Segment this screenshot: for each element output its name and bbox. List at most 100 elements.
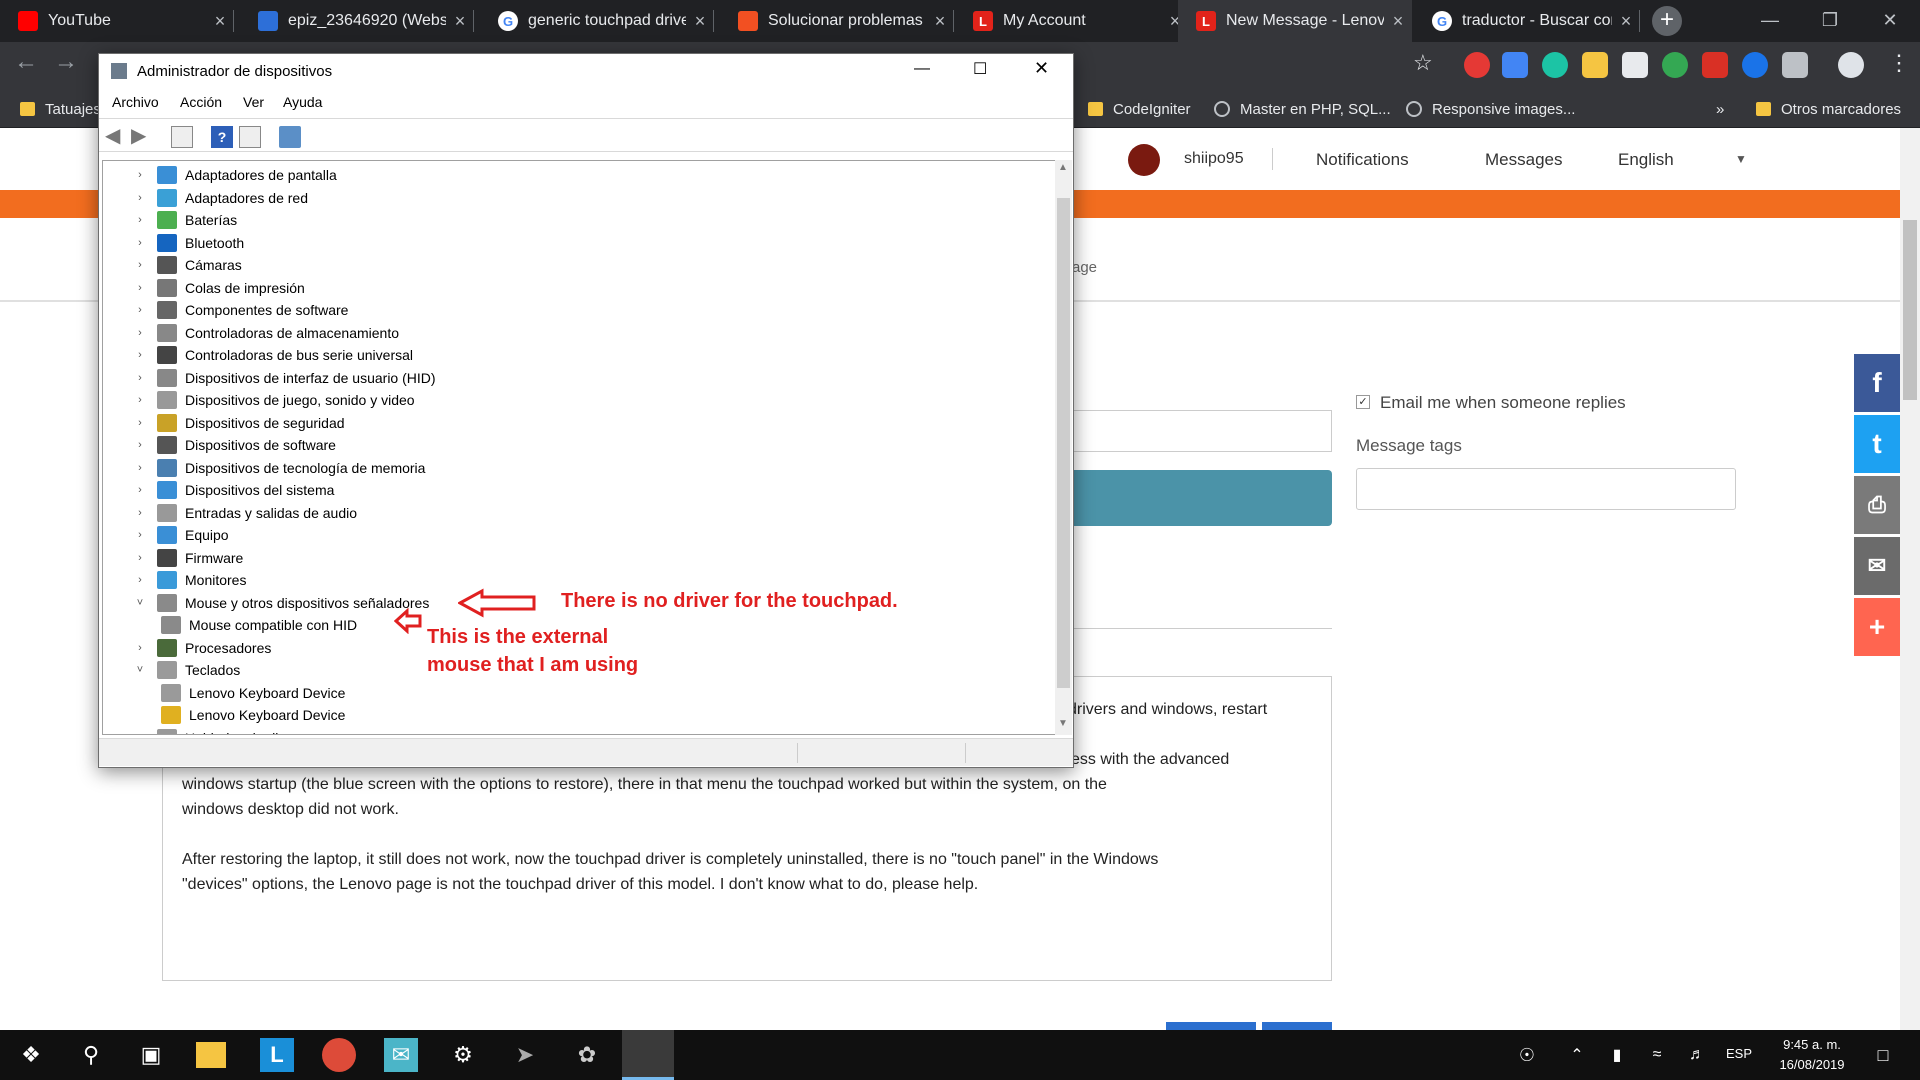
print-icon[interactable]: ⎙	[1854, 476, 1900, 534]
properties-icon[interactable]	[171, 126, 193, 148]
extension-icon[interactable]	[1742, 52, 1768, 78]
profile-avatar[interactable]	[1838, 52, 1864, 78]
language-select[interactable]: English	[1618, 150, 1674, 170]
forward-icon[interactable]: →	[54, 48, 78, 76]
device-tree-category[interactable]: ˅ Teclados	[133, 659, 240, 681]
menu-accion[interactable]: Acción	[180, 94, 222, 110]
translate-icon[interactable]	[1502, 52, 1528, 78]
chevron-right-icon[interactable]: ›	[133, 484, 147, 496]
chevron-right-icon[interactable]: ›	[133, 642, 147, 654]
tab-close-icon[interactable]: ×	[686, 11, 714, 32]
extension-icon[interactable]	[1582, 52, 1608, 78]
volume-icon[interactable]: ♬	[1680, 1038, 1714, 1072]
device-tree-category[interactable]: › Dispositivos de juego, sonido y video	[133, 389, 415, 411]
scan-hardware-icon[interactable]	[279, 126, 301, 148]
minimize-icon[interactable]: —	[1740, 0, 1800, 40]
tab-close-icon[interactable]: ×	[926, 11, 954, 32]
wifi-icon[interactable]: ≈	[1640, 1038, 1674, 1072]
close-icon[interactable]: ✕	[1034, 58, 1049, 79]
twitter-share-icon[interactable]: t	[1854, 415, 1900, 473]
back-icon[interactable]: ◀	[105, 126, 127, 148]
device-tree-child-item[interactable]: Mouse compatible con HID	[161, 614, 357, 636]
lenovo-vantage-icon[interactable]: L	[260, 1038, 294, 1072]
device-tree-category[interactable]: › Entradas y salidas de audio	[133, 502, 357, 524]
device-tree-child-item[interactable]: Lenovo Keyboard Device	[161, 682, 345, 704]
menu-ayuda[interactable]: Ayuda	[283, 94, 322, 110]
extension-icon[interactable]	[1782, 52, 1808, 78]
chevron-right-icon[interactable]: ›	[133, 327, 147, 339]
extension-icon[interactable]	[1702, 52, 1728, 78]
device-tree-category[interactable]: › Componentes de software	[133, 299, 348, 321]
scroll-up-icon[interactable]: ▲	[1058, 162, 1068, 173]
chevron-right-icon[interactable]: ›	[133, 304, 147, 316]
bookmark-otros-marcadores[interactable]: Otros marcadores	[1756, 90, 1901, 128]
device-tree-child-item[interactable]: Lenovo Keyboard Device	[161, 704, 345, 726]
device-tree-category[interactable]: › Dispositivos de interfaz de usuario (HI…	[133, 367, 436, 389]
chevron-down-icon[interactable]: ˅	[133, 664, 147, 676]
chevron-down-icon[interactable]: ▼	[1735, 152, 1747, 166]
device-tree-category[interactable]: › Adaptadores de red	[133, 187, 308, 209]
browser-tab[interactable]: Solucionar problemas c ×	[720, 0, 954, 42]
battery-icon[interactable]: ▮	[1600, 1038, 1634, 1072]
toolbar-button[interactable]	[1070, 470, 1332, 526]
windows-start-icon[interactable]: ❖	[14, 1038, 48, 1072]
facebook-share-icon[interactable]: f	[1854, 354, 1900, 412]
browser-tab[interactable]: Ggeneric touchpad drive ×	[480, 0, 714, 42]
people-icon[interactable]: ☉	[1510, 1038, 1544, 1072]
paint-icon[interactable]: ✿	[570, 1038, 604, 1072]
email-checkbox[interactable]: ✓	[1356, 395, 1370, 409]
clock-time[interactable]: 9:45 a. m.	[1776, 1037, 1848, 1052]
menu-icon[interactable]: ⋮	[1888, 50, 1910, 76]
chevron-up-icon[interactable]: ⌃	[1560, 1038, 1594, 1072]
minimize-icon[interactable]: —	[914, 60, 930, 78]
tab-close-icon[interactable]: ×	[1612, 11, 1640, 32]
chevron-right-icon[interactable]: ›	[133, 192, 147, 204]
device-tree-category[interactable]: › Monitores	[133, 569, 246, 591]
tab-close-icon[interactable]: ×	[446, 11, 474, 32]
extension-icon[interactable]	[1464, 52, 1490, 78]
chevron-right-icon[interactable]: ›	[133, 529, 147, 541]
extension-icon[interactable]	[1662, 52, 1688, 78]
device-tree-category[interactable]: › Dispositivos de software	[133, 434, 336, 456]
notifications-link[interactable]: Notifications	[1316, 150, 1409, 170]
messages-link[interactable]: Messages	[1485, 150, 1562, 170]
tab-close-icon[interactable]: ×	[206, 11, 234, 32]
browser-tab[interactable]: epiz_23646920 (Websit ×	[240, 0, 474, 42]
device-tree-category[interactable]: ˅ Mouse y otros dispositivos señaladores	[133, 592, 429, 614]
chevron-right-icon[interactable]: ›	[133, 259, 147, 271]
new-tab-button[interactable]: +	[1652, 6, 1682, 36]
close-window-icon[interactable]: ✕	[1860, 0, 1920, 40]
mail-icon[interactable]: ✉	[384, 1038, 418, 1072]
bookmark-tatuajes[interactable]: Tatuajes	[20, 90, 101, 128]
chevron-right-icon[interactable]: ›	[133, 372, 147, 384]
tab-close-icon[interactable]: ×	[1384, 11, 1412, 32]
chevron-right-icon[interactable]: ›	[133, 552, 147, 564]
browser-tab[interactable]: YouTube ×	[0, 0, 234, 42]
chevron-right-icon[interactable]: ›	[133, 439, 147, 451]
cancel-button[interactable]	[1262, 1022, 1332, 1030]
bookmark-codeigniter[interactable]: CodeIgniter	[1088, 90, 1191, 128]
chevron-right-icon[interactable]: ›	[133, 732, 147, 735]
search-icon[interactable]: ⚲	[74, 1038, 108, 1072]
settings-gear-icon[interactable]: ⚙	[446, 1038, 480, 1072]
chevron-right-icon[interactable]: ›	[133, 282, 147, 294]
bookmark-star-icon[interactable]: ☆	[1413, 50, 1433, 76]
device-tree-category[interactable]: › Bluetooth	[133, 232, 244, 254]
device-tree-category[interactable]: › Baterías	[133, 209, 237, 231]
device-tree-category[interactable]: › Dispositivos de tecnología de memoria	[133, 457, 425, 479]
menu-archivo[interactable]: Archivo	[112, 94, 159, 110]
back-icon[interactable]: ←	[14, 48, 38, 76]
chevron-right-icon[interactable]: ›	[133, 574, 147, 586]
window-titlebar[interactable]: Administrador de dispositivos — ☐ ✕	[99, 54, 1073, 88]
device-tree-category[interactable]: › Procesadores	[133, 637, 271, 659]
device-tree-category[interactable]: › Adaptadores de pantalla	[133, 164, 337, 186]
task-view-icon[interactable]: ▣	[134, 1038, 168, 1072]
bookmarks-overflow[interactable]: »	[1716, 90, 1724, 128]
more-share-icon[interactable]: +	[1854, 598, 1900, 656]
subject-input[interactable]	[1070, 410, 1332, 452]
device-tree-category[interactable]: › Controladoras de almacenamiento	[133, 322, 399, 344]
help-icon[interactable]: ?	[211, 126, 233, 148]
clock-date[interactable]: 16/08/2019	[1770, 1057, 1854, 1072]
device-tree-category[interactable]: › Controladoras de bus serie universal	[133, 344, 413, 366]
menu-ver[interactable]: Ver	[243, 94, 264, 110]
